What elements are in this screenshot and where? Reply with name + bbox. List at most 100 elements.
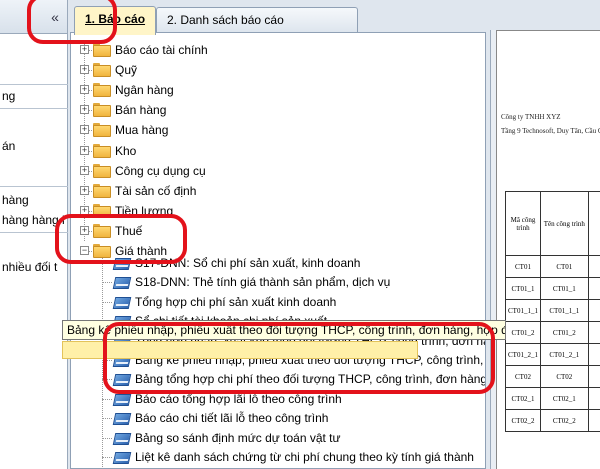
table-cell: CT02_2 [539, 409, 589, 432]
tree-folder-label: Công cụ dụng cụ [115, 164, 206, 178]
table-cell [587, 409, 600, 432]
table-row: CT02_1 CT02_1 [505, 387, 600, 410]
table-row: CT01_2_1 CT01_2_1 [505, 343, 600, 366]
tree-folder-label: Mua hàng [115, 123, 169, 137]
tree-report-row[interactable]: Báo cáo chi tiết lãi lỗ theo công trình [71, 409, 485, 427]
left-item[interactable]: án [0, 136, 68, 156]
tree-guide-line [102, 418, 112, 419]
expand-icon[interactable]: + [80, 85, 89, 94]
collapse-panel-button[interactable]: « [46, 8, 64, 26]
preview-paper: Công ty TNHH XYZ Tầng 9 Technosoft, Duy … [496, 30, 600, 469]
table-cell: CT01_1_1 [539, 299, 589, 322]
tree-report-label: S17-DNN: Sổ chi phí sản xuất, kinh doanh [135, 256, 361, 270]
selected-row-highlight [62, 341, 418, 359]
tree-report-row[interactable]: Báo cáo tổng hợp lãi lỗ theo công trình [71, 390, 485, 408]
tab-bao-cao[interactable]: 1. Báo cáo [74, 6, 156, 35]
table-row: CT01_1_1 CT01_1_1 [505, 299, 600, 322]
tooltip: Bảng kê phiếu nhập, phiếu xuất theo đối … [62, 320, 506, 340]
tree-folder-label: Tiền lương [115, 204, 174, 218]
tree-folder-row[interactable]: + Mua hàng [71, 121, 471, 139]
report-book-icon [113, 412, 129, 424]
tree-report-label: Báo cáo chi tiết lãi lỗ theo công trình [135, 411, 329, 425]
report-book-icon [113, 296, 129, 308]
left-item[interactable]: nhiều đối t [0, 257, 68, 277]
tab-danh-sach-bao-cao[interactable]: 2. Danh sách báo cáo [156, 7, 358, 34]
divider [0, 84, 68, 85]
folder-icon [93, 63, 111, 77]
table-cell: CT01_1_1 [505, 299, 541, 322]
tree-folder-row[interactable]: + Kho [71, 142, 471, 160]
tree-folder-row[interactable]: + Báo cáo tài chính [71, 41, 471, 59]
table-cell: CT01_2 [505, 321, 541, 344]
company-name: Công ty TNHH XYZ [501, 113, 561, 121]
table-cell [587, 277, 600, 300]
left-item[interactable]: ng [0, 86, 68, 106]
tree-report-label: Liệt kê danh sách chứng từ chi phí chung… [135, 450, 474, 464]
expand-icon[interactable]: + [80, 45, 89, 54]
expand-icon[interactable]: + [80, 206, 89, 215]
tree-folder-row[interactable]: + Công cụ dụng cụ [71, 162, 471, 180]
col-header: Mã công trình [505, 191, 541, 256]
table-cell: CT02_1 [539, 387, 589, 410]
tree-report-row[interactable]: Tổng hợp chi phí sản xuất kinh doanh [71, 293, 485, 311]
table-cell: CT01_2 [539, 321, 589, 344]
expand-icon[interactable]: + [80, 166, 89, 175]
tab-label: 2. Danh sách báo cáo [167, 13, 284, 27]
expand-icon[interactable]: + [80, 105, 89, 114]
tree-guide-line [102, 399, 112, 400]
tab-bar: 1. Báo cáo 2. Danh sách báo cáo [70, 4, 490, 35]
table-cell [587, 387, 600, 410]
expand-icon[interactable]: + [80, 146, 89, 155]
tree-folder-label: Bán hàng [115, 103, 167, 117]
table-cell: CT01_2_1 [505, 343, 541, 366]
tree-report-row[interactable]: Liệt kê danh sách chứng từ chi phí chung… [71, 448, 485, 466]
folder-icon [93, 144, 111, 158]
table-cell: CT01_2_1 [539, 343, 589, 366]
expand-icon[interactable]: + [80, 186, 89, 195]
tree-report-label: Báo cáo tổng hợp lãi lỗ theo công trình [135, 392, 342, 406]
report-book-icon [113, 257, 129, 269]
tree-report-row[interactable]: S18-DNN: Thẻ tính giá thành sản phẩm, dị… [71, 273, 485, 291]
folder-icon [93, 224, 111, 238]
expand-icon[interactable]: + [80, 125, 89, 134]
tree-folder-label: Báo cáo tài chính [115, 43, 208, 57]
table-cell [587, 299, 600, 322]
folder-icon [93, 184, 111, 198]
tree-report-row[interactable]: Bảng so sánh định mức dự toán vật tư [71, 429, 485, 447]
expand-icon[interactable]: + [80, 226, 89, 235]
tree-folder-label: Kho [115, 144, 137, 158]
report-book-icon [113, 373, 129, 385]
preview-table: Mã công trình Tên công trình CT01 CT01 CT0… [505, 191, 600, 432]
tree-folder-label: Ngân hàng [115, 83, 174, 97]
left-item[interactable]: hàng [0, 190, 68, 210]
tree-guide-line [102, 282, 112, 283]
tree-folder-row[interactable]: + Bán hàng [71, 101, 471, 119]
tree-folder-row[interactable]: + Tiền lương [71, 202, 471, 220]
tree-guide-line [102, 360, 112, 361]
tree-folder-row[interactable]: + Quỹ [71, 61, 471, 79]
left-panel: « ng án hàng hàng hàng l nhiều đối t [0, 0, 68, 469]
tree-folder-label: Thuế [115, 224, 143, 238]
report-book-icon [113, 432, 129, 444]
table-row: CT02_2 CT02_2 [505, 409, 600, 432]
table-cell: CT01 [505, 255, 541, 278]
col-header: Tên công trình [539, 191, 589, 256]
folder-icon [93, 103, 111, 117]
table-row: CT02 CT02 [505, 365, 600, 388]
tree-folder-label: Quỹ [115, 63, 138, 77]
expand-icon[interactable]: + [80, 65, 89, 74]
table-cell: CT01_1 [505, 277, 541, 300]
table-cell: CT01_1 [539, 277, 589, 300]
tree-folder-row[interactable]: + Thuế [71, 222, 471, 240]
tree-folder-row[interactable]: + Tài sản cố định [71, 182, 471, 200]
tree-folder-row[interactable]: + Ngân hàng [71, 81, 471, 99]
tree-report-row[interactable]: S17-DNN: Sổ chi phí sản xuất, kinh doanh [71, 254, 485, 272]
folder-icon [93, 164, 111, 178]
table-cell [587, 321, 600, 344]
col-header [587, 191, 600, 256]
table-row: CT01_1 CT01_1 [505, 277, 600, 300]
tree-report-row[interactable]: Bảng tổng hợp chi phí theo đối tượng THC… [71, 370, 485, 388]
left-item[interactable]: hàng hàng l [0, 210, 68, 230]
tree-folder-label: Tài sản cố định [115, 184, 197, 198]
report-preview: Công ty TNHH XYZ Tầng 9 Technosoft, Duy … [490, 30, 600, 469]
